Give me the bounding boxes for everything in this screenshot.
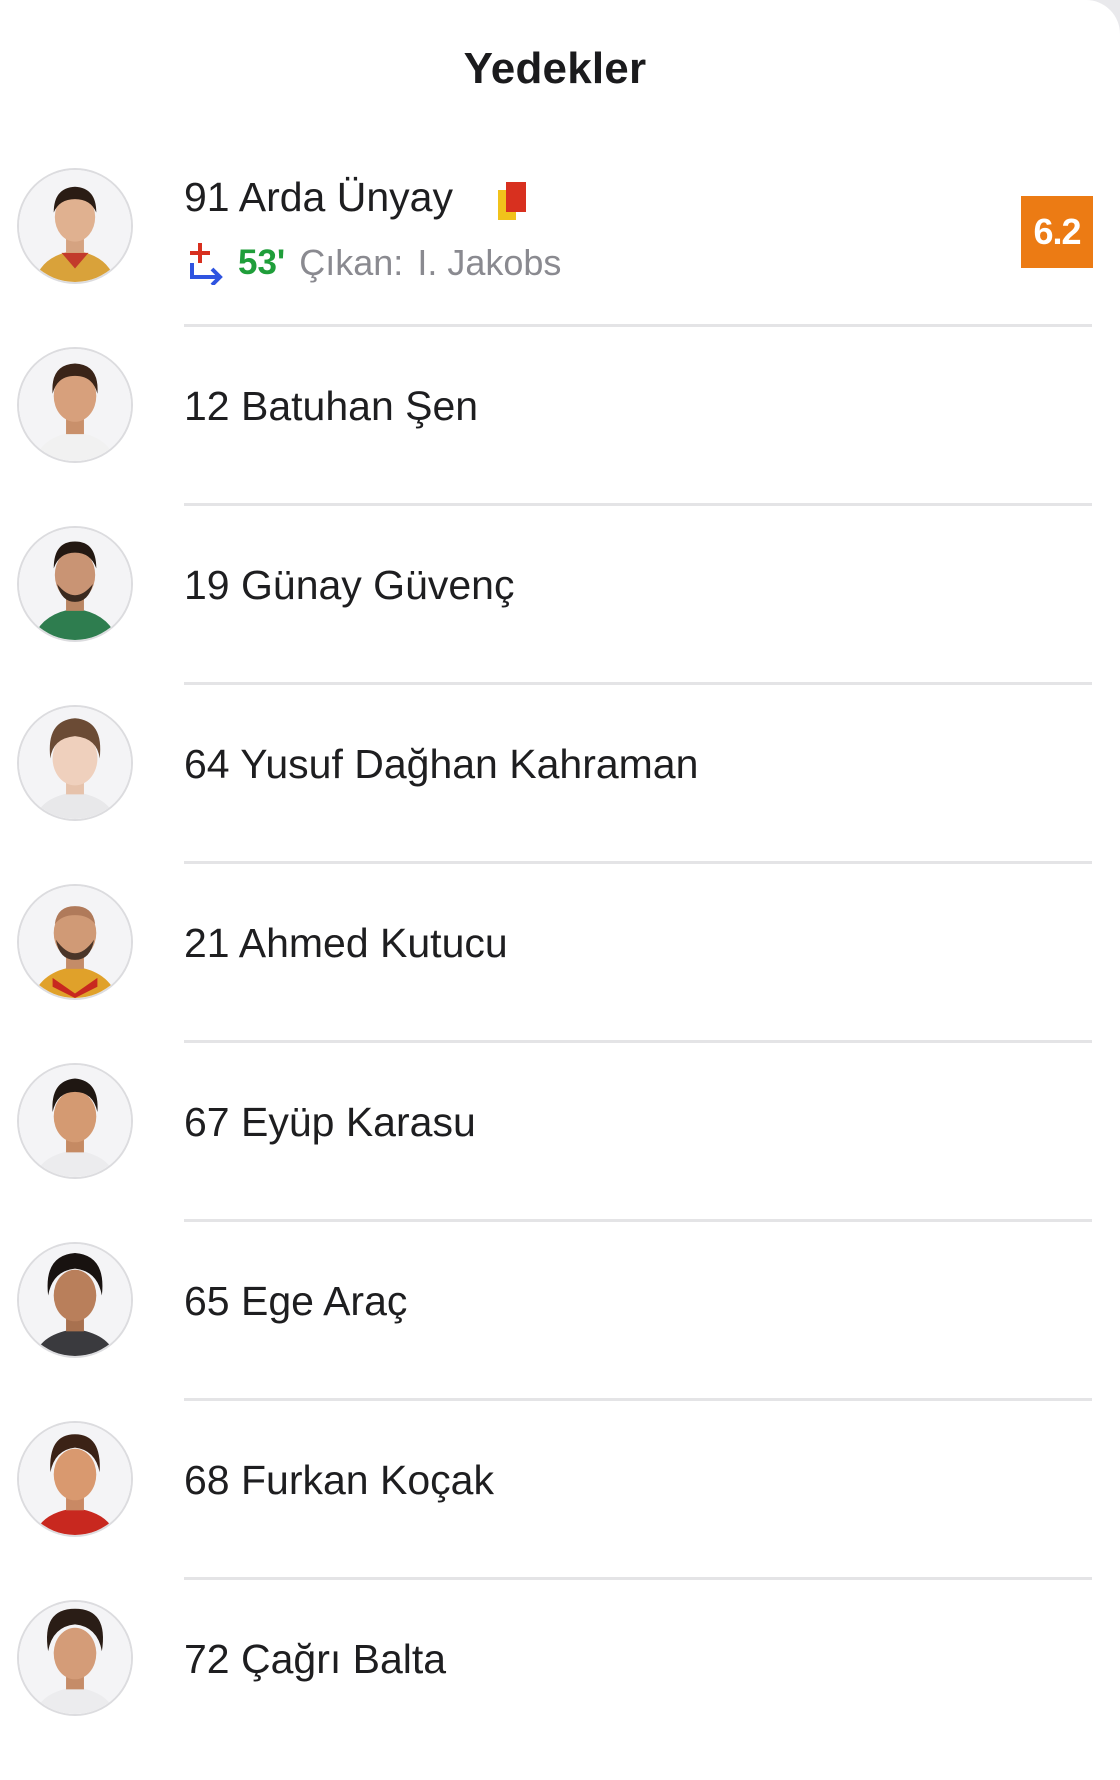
player-avatar	[17, 705, 133, 821]
player-row-batuhan-sen[interactable]: 12 Batuhan Şen	[0, 327, 1120, 506]
player-name: 67 Eyüp Karasu	[184, 1099, 476, 1145]
player-avatar	[17, 1242, 133, 1358]
player-avatar	[17, 1600, 133, 1716]
player-row-arda-unyay[interactable]: 91 Arda Ünyay 53' Çıkan: I. Jakobs 6.2	[0, 148, 1120, 327]
player-name: 12 Batuhan Şen	[184, 383, 479, 429]
yellow-red-card-icon	[498, 182, 526, 220]
substitution-out-player: I. Jakobs	[417, 242, 562, 283]
substitution-out-label: Çıkan:	[299, 242, 404, 283]
player-name: 19 Günay Güvenç	[184, 562, 515, 608]
substitutes-panel: Yedekler 91 Arda Ünyay 53' Çıkan: I. Jak…	[0, 0, 1120, 1780]
player-name: 68 Furkan Koçak	[184, 1457, 494, 1503]
substitution-info: 53' Çıkan: I. Jakobs	[186, 240, 561, 286]
player-rating-badge: 6.2	[1021, 196, 1093, 268]
player-row-eyup-karasu[interactable]: 67 Eyüp Karasu	[0, 1043, 1120, 1222]
player-row-yusuf-daghan-kahraman[interactable]: 64 Yusuf Dağhan Kahraman	[0, 685, 1120, 864]
player-name: 64 Yusuf Dağhan Kahraman	[184, 741, 699, 787]
player-avatar	[17, 168, 133, 284]
substitutes-list: 91 Arda Ünyay 53' Çıkan: I. Jakobs 6.2 1…	[0, 148, 1120, 1759]
player-row-cagri-balta[interactable]: 72 Çağrı Balta	[0, 1580, 1120, 1759]
section-title: Yedekler	[463, 44, 647, 93]
player-row-furkan-kocak[interactable]: 68 Furkan Koçak	[0, 1401, 1120, 1580]
player-row-ahmed-kutucu[interactable]: 21 Ahmed Kutucu	[0, 864, 1120, 1043]
player-name: 91 Arda Ünyay	[184, 174, 453, 220]
player-row-gunay-guvenc[interactable]: 19 Günay Güvenç	[0, 506, 1120, 685]
player-avatar	[17, 347, 133, 463]
player-avatar	[17, 526, 133, 642]
player-avatar	[17, 1421, 133, 1537]
player-avatar	[17, 884, 133, 1000]
player-name: 65 Ege Araç	[184, 1278, 408, 1324]
substitution-in-icon	[190, 243, 223, 285]
substitution-minute: 53'	[238, 243, 286, 282]
player-name: 21 Ahmed Kutucu	[184, 920, 508, 966]
player-name: 72 Çağrı Balta	[184, 1636, 447, 1682]
player-avatar	[17, 1063, 133, 1179]
player-row-ege-arac[interactable]: 65 Ege Araç	[0, 1222, 1120, 1401]
